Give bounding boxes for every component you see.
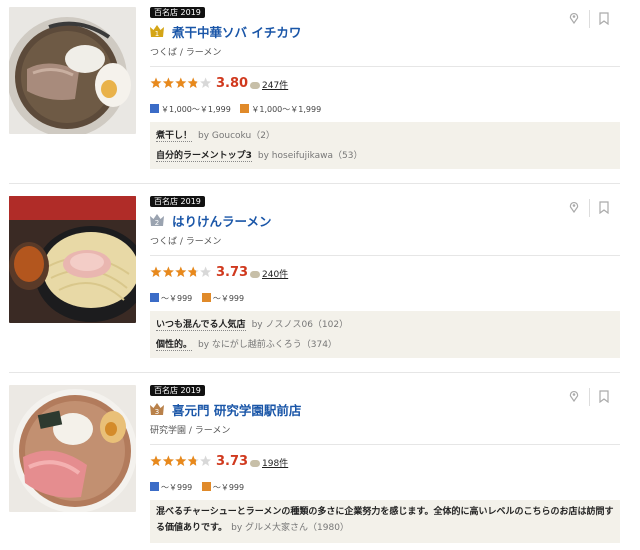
award-badge: 百名店 2019 <box>150 196 205 207</box>
restaurant-photo[interactable] <box>9 7 136 134</box>
star <box>187 77 199 88</box>
divider <box>150 66 620 67</box>
comment-icon <box>250 271 260 278</box>
star <box>175 455 187 466</box>
reviewer: by hoseifujikawa（53） <box>257 151 363 161</box>
star-rating-icon <box>150 455 212 466</box>
svg-text:3: 3 <box>155 408 159 415</box>
rank-crown-icon: 2 <box>150 214 164 226</box>
restaurant-name-link[interactable]: 喜元門 研究学園駅前店 <box>172 400 301 419</box>
entry-divider <box>9 372 620 373</box>
review-title-link[interactable]: 個性的。 <box>156 340 193 351</box>
area-genre: つくば / ラーメン <box>150 237 222 247</box>
star <box>150 77 162 88</box>
review-title-link[interactable]: 煮干し！ <box>156 131 193 142</box>
rank-crown-icon: 1 <box>150 25 164 37</box>
star <box>150 455 162 466</box>
bookmark-icon[interactable] <box>599 12 609 25</box>
comment-icon <box>250 460 260 467</box>
divider <box>150 255 620 256</box>
rating-score: 3.73 <box>216 454 249 469</box>
area-genre: 研究学園 / ラーメン <box>150 426 231 436</box>
review-item: 混べるチャーシューとラーメンの種類の多さに企業努力を感じます。全体的に高いレベル… <box>156 504 614 536</box>
dinner-icon <box>150 293 159 302</box>
review-box: 煮干し！ by Goucoku（2） 自分的ラーメントップ3 by hoseifuj… <box>150 122 620 169</box>
star <box>187 266 199 277</box>
review-count-link[interactable]: 198件 <box>250 456 288 469</box>
dinner-icon <box>150 482 159 491</box>
dinner-icon <box>150 104 159 113</box>
review-item: いつも混んでる人気店 by ノスノス06（102） <box>156 315 614 335</box>
divider <box>150 444 620 445</box>
restaurant-name-link[interactable]: 煮干中華ソバ イチカワ <box>172 22 301 41</box>
review-count-link[interactable]: 247件 <box>250 78 288 91</box>
divider <box>589 199 590 217</box>
map-pin-icon[interactable] <box>568 390 580 402</box>
star <box>187 455 199 466</box>
reviewer: by ノスノス06（102） <box>251 320 349 330</box>
reviewer: by グルメ大家さん（1980） <box>231 523 349 533</box>
rating-score: 3.80 <box>216 76 249 91</box>
bookmark-icon[interactable] <box>599 201 609 214</box>
lunch-icon <box>201 482 211 491</box>
rank-crown-icon: 3 <box>150 403 164 415</box>
review-title-link[interactable]: いつも混んでる人気店 <box>156 320 246 331</box>
reviewer: by なにがし越前ふくろう（374） <box>198 340 337 350</box>
award-badge: 百名店 2019 <box>150 385 205 396</box>
lunch-price: ￥1,000～￥1,999 <box>251 105 322 114</box>
review-item: 煮干し！ by Goucoku（2） <box>156 126 614 146</box>
star-rating-icon <box>150 77 212 88</box>
review-title-link[interactable]: 自分的ラーメントップ3 <box>156 151 252 162</box>
dinner-price: ～￥999 <box>161 483 193 492</box>
map-pin-icon[interactable] <box>568 201 580 213</box>
star <box>175 77 187 88</box>
review-box: 混べるチャーシューとラーメンの種類の多さに企業努力を感じます。全体的に高いレベル… <box>150 500 620 543</box>
price-row: ～￥999 ～￥999 <box>150 482 251 493</box>
star <box>162 455 174 466</box>
map-pin-icon[interactable] <box>568 12 580 24</box>
svg-text:2: 2 <box>155 219 159 226</box>
lunch-icon <box>201 293 211 302</box>
star <box>200 77 212 88</box>
star <box>162 266 174 277</box>
star <box>200 455 212 466</box>
divider <box>589 388 590 406</box>
star <box>175 266 187 277</box>
lunch-price: ～￥999 <box>212 483 245 492</box>
lunch-icon <box>240 104 250 113</box>
price-row: ￥1,000～￥1,999 ￥1,000～￥1,999 <box>150 104 328 115</box>
lunch-price: ～￥999 <box>212 294 245 303</box>
rating-score: 3.73 <box>216 265 249 280</box>
star-rating-icon <box>150 266 212 277</box>
restaurant-photo[interactable] <box>9 196 136 323</box>
star <box>162 77 174 88</box>
svg-text:1: 1 <box>155 30 159 37</box>
entry-divider <box>9 183 620 184</box>
divider <box>589 10 590 28</box>
review-item: 個性的。 by なにがし越前ふくろう（374） <box>156 335 614 355</box>
restaurant-name-link[interactable]: はりけんラーメン <box>172 211 272 230</box>
comment-icon <box>250 82 260 89</box>
review-item: 自分的ラーメントップ3 by hoseifujikawa（53） <box>156 146 614 166</box>
bookmark-icon[interactable] <box>599 390 609 403</box>
star <box>150 266 162 277</box>
review-count-link[interactable]: 240件 <box>250 267 288 280</box>
review-box: いつも混んでる人気店 by ノスノス06（102） 個性的。 by なにがし越前ふく… <box>150 311 620 358</box>
dinner-price: ￥1,000～￥1,999 <box>161 105 231 114</box>
restaurant-photo[interactable] <box>9 385 136 512</box>
dinner-price: ～￥999 <box>161 294 193 303</box>
review-title-link[interactable]: 混べるチャーシューとラーメンの種類の多さに企業努力を感じます。全体的に高いレベル… <box>156 507 613 533</box>
star <box>200 266 212 277</box>
price-row: ～￥999 ～￥999 <box>150 293 251 304</box>
reviewer: by Goucoku（2） <box>198 131 275 141</box>
area-genre: つくば / ラーメン <box>150 48 222 58</box>
award-badge: 百名店 2019 <box>150 7 205 18</box>
